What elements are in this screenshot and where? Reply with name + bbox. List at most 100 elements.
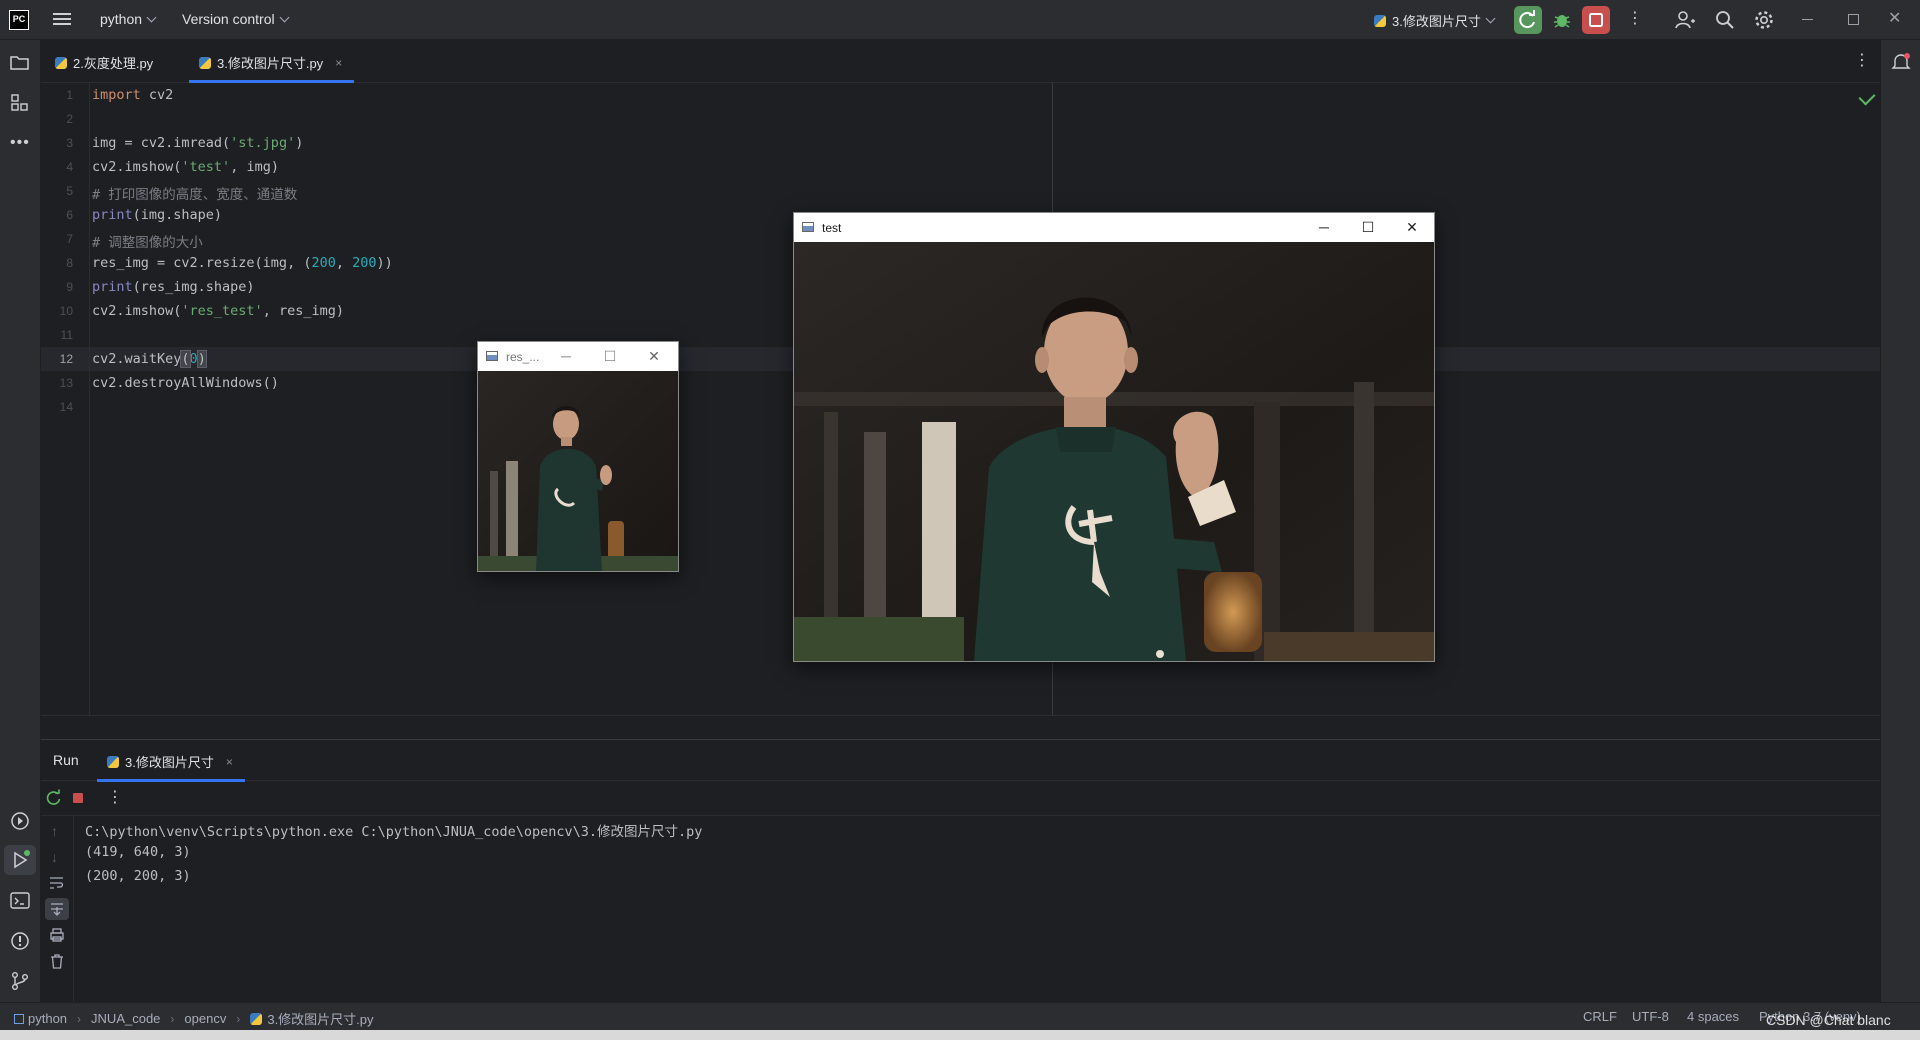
problems-icon[interactable] xyxy=(9,930,31,952)
breadcrumb-separator-icon: › xyxy=(170,1011,175,1026)
project-selector[interactable]: python xyxy=(100,11,157,27)
rerun-button[interactable] xyxy=(1514,6,1542,34)
more-tools-icon[interactable]: ••• xyxy=(10,134,30,152)
indent-status[interactable]: 4 spaces xyxy=(1687,1009,1739,1024)
scroll-to-end-button[interactable] xyxy=(45,898,69,920)
trash-icon[interactable] xyxy=(48,953,66,969)
watermark: CSDN @Chat blanc xyxy=(1766,1012,1891,1028)
run-config-selector[interactable]: 3.修改图片尺寸 xyxy=(1374,11,1496,30)
breadcrumb-item-project[interactable]: python xyxy=(14,1011,67,1026)
chevron-down-icon xyxy=(1485,13,1496,24)
breadcrumb: python › JNUA_code › opencv › 3.修改图片尺寸.p… xyxy=(14,1009,374,1028)
notifications-icon[interactable] xyxy=(1890,51,1912,73)
pycharm-logo-icon: PC xyxy=(9,10,29,30)
line-number: 14 xyxy=(59,400,73,414)
code-line-1: import cv2 xyxy=(92,87,174,103)
close-run-tab-icon[interactable]: × xyxy=(226,755,233,769)
tab-grayscale-file[interactable]: 2.灰度处理.py xyxy=(55,53,153,72)
run-tab[interactable]: 3.修改图片尺寸 × xyxy=(97,752,245,782)
original-photo xyxy=(794,242,1434,661)
gear-icon[interactable] xyxy=(1753,9,1775,31)
code-line-7-comment: # 调整图像的大小 xyxy=(92,235,203,251)
module-icon xyxy=(14,1013,24,1024)
encoding-status[interactable]: UTF-8 xyxy=(1632,1009,1669,1024)
line-number: 11 xyxy=(60,328,73,342)
terminal-icon[interactable] xyxy=(9,890,31,912)
restore-icon[interactable] xyxy=(1848,14,1859,25)
chevron-down-icon xyxy=(279,12,290,22)
line-number: 6 xyxy=(66,208,73,222)
git-icon[interactable] xyxy=(9,970,31,992)
window-title: res_... xyxy=(506,350,540,364)
down-arrow-icon[interactable]: ↓ xyxy=(51,849,58,865)
tab-label: 3.修改图片尺寸.py xyxy=(217,56,324,71)
close-window-icon[interactable]: ✕ xyxy=(1888,8,1901,28)
main-menu-icon[interactable] xyxy=(52,10,72,30)
close-tab-icon[interactable]: × xyxy=(335,56,342,70)
python-file-icon xyxy=(107,755,119,768)
tab-label: 2.灰度处理.py xyxy=(73,56,154,71)
breadcrumb-item-folder[interactable]: JNUA_code xyxy=(91,1011,160,1026)
run-side-toolbar: ↑ ↓ xyxy=(41,815,74,1003)
breadcrumb-separator-icon: › xyxy=(77,1011,82,1026)
stop-icon[interactable] xyxy=(73,793,83,803)
search-icon[interactable] xyxy=(1714,9,1736,31)
run-panel-header: Run 3.修改图片尺寸 × xyxy=(41,740,1880,782)
minimize-icon[interactable]: ─ xyxy=(544,342,588,371)
more-actions-icon[interactable]: ⋮ xyxy=(1627,11,1643,27)
stop-icon xyxy=(1589,13,1603,27)
code-line-12: cv2.waitKey(0) xyxy=(92,350,207,368)
code-line-13: cv2.destroyAllWindows() xyxy=(92,375,279,391)
account-icon[interactable] xyxy=(1674,9,1696,31)
python-file-icon xyxy=(55,56,67,69)
breadcrumb-separator-icon: › xyxy=(236,1011,241,1026)
project-folder-icon[interactable] xyxy=(9,52,31,74)
python-file-icon xyxy=(250,1012,263,1025)
debug-button[interactable] xyxy=(1548,6,1576,34)
line-separator-status[interactable]: CRLF xyxy=(1583,1009,1617,1024)
run-panel-title: Run xyxy=(53,752,79,768)
test-image-window[interactable]: test ─ ☐ ✕ xyxy=(793,212,1435,662)
line-number: 4 xyxy=(66,160,73,174)
stop-button[interactable] xyxy=(1582,6,1610,34)
window-title: test xyxy=(822,221,842,235)
tab-options-icon[interactable]: ⋮ xyxy=(1854,53,1870,69)
code-line-6: print(img.shape) xyxy=(92,207,223,223)
breadcrumb-item-file[interactable]: 3.修改图片尺寸.py xyxy=(250,1009,374,1028)
code-line-4: cv2.imshow('test', img) xyxy=(92,159,279,175)
minimize-icon[interactable]: ─ xyxy=(1302,213,1346,242)
window-title-bar[interactable]: res_... ─ ☐ ✕ xyxy=(478,342,678,371)
services-icon[interactable] xyxy=(9,810,31,832)
run-tool-window: Run 3.修改图片尺寸 × ⋮ ↑ ↓ C:\python\venv\Scri… xyxy=(41,739,1880,1003)
close-icon[interactable]: ✕ xyxy=(632,342,676,371)
resized-photo xyxy=(478,371,678,571)
run-config-label: 3.修改图片尺寸 xyxy=(1392,14,1481,29)
photo-image xyxy=(478,371,678,571)
close-icon[interactable]: ✕ xyxy=(1390,213,1434,242)
tab-resize-file[interactable]: 3.修改图片尺寸.py × xyxy=(188,53,355,83)
panel-splitter[interactable] xyxy=(41,715,1880,740)
structure-icon[interactable] xyxy=(9,92,31,114)
res-test-image-window[interactable]: res_... ─ ☐ ✕ xyxy=(477,341,679,572)
scroll-to-end-icon xyxy=(51,903,63,916)
minimize-icon[interactable] xyxy=(1802,19,1813,20)
window-title-bar[interactable]: test ─ ☐ ✕ xyxy=(794,213,1434,242)
title-bar: PC python Version control 3.修改图片尺寸 ⋮ ✕ xyxy=(0,0,1920,40)
run-tab-label: 3.修改图片尺寸 xyxy=(125,755,214,770)
photo-image xyxy=(794,242,1434,661)
rerun-icon[interactable] xyxy=(45,789,63,807)
vcs-label: Version control xyxy=(182,11,275,27)
line-number: 9 xyxy=(66,280,73,294)
more-actions-icon[interactable]: ⋮ xyxy=(107,790,123,806)
maximize-icon[interactable]: ☐ xyxy=(1346,213,1390,242)
run-tool-window-button[interactable] xyxy=(4,845,36,875)
print-icon[interactable] xyxy=(48,927,66,943)
maximize-icon[interactable]: ☐ xyxy=(588,342,632,371)
vcs-menu[interactable]: Version control xyxy=(182,11,290,27)
chevron-down-icon xyxy=(146,12,157,22)
up-arrow-icon[interactable]: ↑ xyxy=(51,823,58,839)
line-number-current: 12 xyxy=(59,352,73,366)
breadcrumb-item-folder[interactable]: opencv xyxy=(184,1011,226,1026)
console-command-line: C:\python\venv\Scripts\python.exe C:\pyt… xyxy=(85,824,703,840)
soft-wrap-icon[interactable] xyxy=(48,875,66,891)
